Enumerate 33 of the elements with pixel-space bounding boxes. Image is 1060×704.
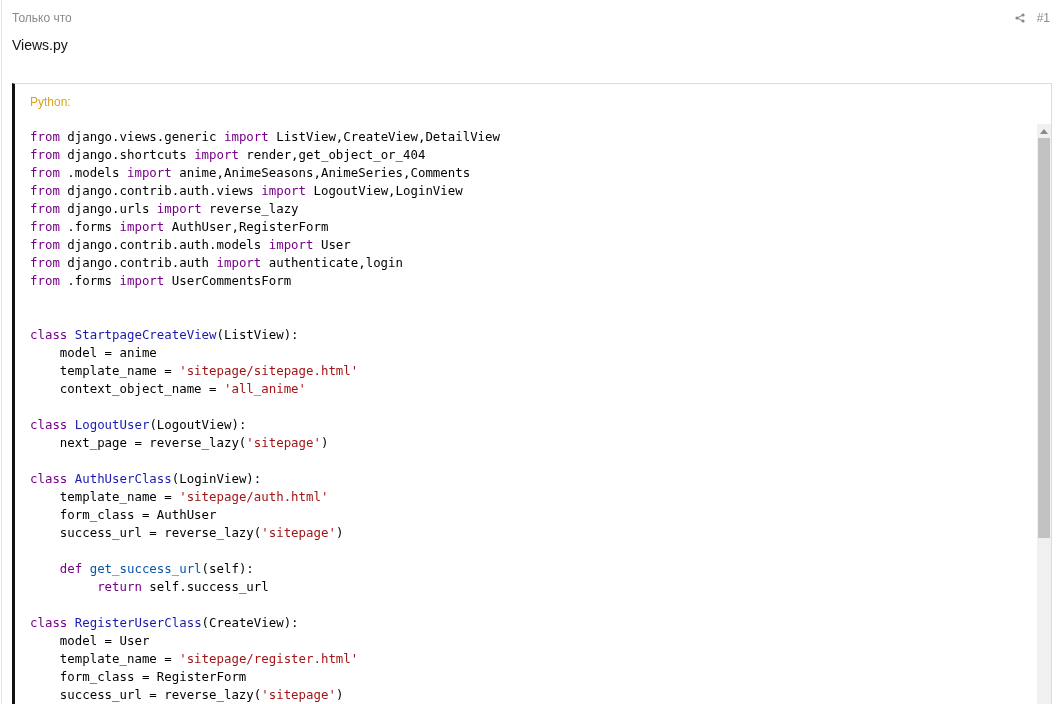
code-line: form_class = AuthUser [58,506,218,524]
code-line: from django.contrib.auth.views import LogoutView,LoginView [30,182,464,200]
code-language-label: Python: [29,94,72,111]
code-line: from django.contrib.auth import authenticate,login [30,254,404,272]
code-line: from .models import anime,AnimeSeasons,AnimeSeries,Comments [30,164,472,182]
code-line: form_class = RegisterForm [58,668,248,686]
code-line: context_object_name = 'all_anime' [58,380,308,398]
code-line: success_url = reverse_lazy('sitepage') [58,524,345,542]
code-line: from django.contrib.auth.models import User [30,236,352,254]
code-line: success_url = reverse_lazy('sitepage') [58,686,345,704]
code-line: class AuthUserClass(LoginView): [30,470,263,488]
scrollbar[interactable] [1037,124,1051,704]
post-number-link[interactable]: #1 [1036,11,1050,25]
code-line: model = User [58,632,151,650]
post-time: Только что [12,11,72,25]
code-line: def get_success_url(self): [58,560,255,578]
code-line: class StartpageCreateView(ListView): [30,326,300,344]
code-line: return self.success_url [96,578,270,596]
code-line: template_name = 'sitepage/sitepage.html' [58,362,360,380]
post-title: Views.py [12,37,69,55]
code-line: from django.shortcuts import render,get_object_or_404 [30,146,427,164]
code-line: class RegisterUserClass(CreateView): [30,614,300,632]
code-line: from django.views.generic import ListView,CreateView,DetailView [30,128,501,146]
code-line: class LogoutUser(LogoutView): [30,416,248,434]
code-line: model = anime [58,344,158,362]
code-line: from .forms import UserCommentsForm [30,272,293,290]
code-line: from .forms import AuthUser,RegisterForm [30,218,330,236]
share-icon[interactable] [1014,13,1025,23]
scroll-up-icon[interactable] [1040,129,1048,134]
code-line: next_page = reverse_lazy('sitepage') [58,434,330,452]
code-line: template_name = 'sitepage/auth.html' [58,488,330,506]
code-line: from django.urls import reverse_lazy [30,200,300,218]
code-line: template_name = 'sitepage/register.html' [58,650,360,668]
